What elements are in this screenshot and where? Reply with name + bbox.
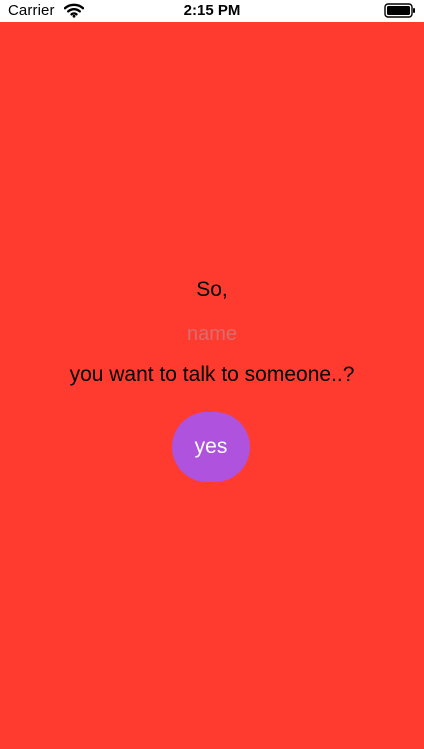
- greeting-text: So,: [196, 278, 228, 301]
- status-bar: Carrier 2:15 PM: [0, 0, 424, 22]
- yes-button[interactable]: yes: [172, 412, 250, 482]
- talk-prompt-text: you want to talk to someone..?: [69, 363, 355, 386]
- battery-icon: [384, 3, 415, 18]
- phone-screen: Carrier 2:15 PM So, you want to talk to …: [0, 0, 424, 749]
- status-time: 2:15 PM: [183, 2, 241, 19]
- name-input[interactable]: [132, 319, 292, 349]
- main-screen: So, you want to talk to someone..? yes: [0, 22, 424, 749]
- question-group: So, you want to talk to someone..?: [0, 275, 424, 390]
